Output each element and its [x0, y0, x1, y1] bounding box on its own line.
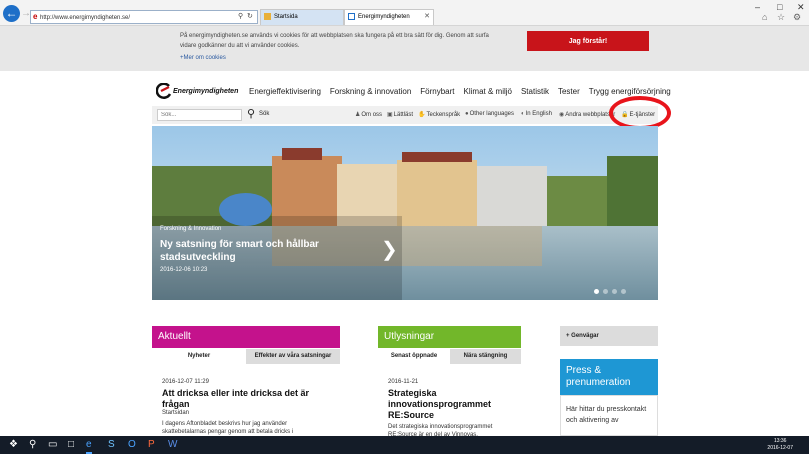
- task-view-icon[interactable]: ▭: [48, 438, 57, 452]
- search-magnifier-icon[interactable]: ⚲: [247, 107, 255, 120]
- ie-icon: [348, 13, 355, 20]
- carousel-dots: [594, 289, 626, 294]
- tab-energimyndigheten[interactable]: Energimyndigheten ✕: [344, 9, 434, 25]
- back-button[interactable]: ←: [3, 5, 20, 22]
- close-tab-icon[interactable]: ✕: [424, 10, 430, 24]
- cookie-more-link[interactable]: +Mer om cookies: [180, 55, 226, 61]
- hand-icon: ✋: [418, 112, 426, 118]
- skype-icon[interactable]: S: [108, 438, 115, 452]
- hero-category: Forskning & Innovation: [160, 226, 222, 232]
- internet-explorer-icon[interactable]: e: [86, 438, 92, 454]
- aktuellt-heading: Aktuellt: [152, 326, 340, 348]
- aktuellt-excerpt: I dagens Aftonbladet beskrivs hur jag an…: [162, 421, 294, 435]
- search-input[interactable]: [157, 109, 242, 121]
- search-icon[interactable]: ⚲: [29, 438, 36, 452]
- home-icon[interactable]: ⌂: [762, 12, 767, 22]
- powerpoint-icon[interactable]: P: [148, 438, 155, 452]
- tab-startsida[interactable]: Startsida: [260, 9, 344, 25]
- settings-gear-icon[interactable]: ⚙: [793, 12, 801, 23]
- maximize-button[interactable]: □: [777, 2, 782, 12]
- genvagar-button[interactable]: + Genvägar: [560, 326, 658, 346]
- utlysningar-heading: Utlysningar: [378, 326, 521, 348]
- search-label[interactable]: Sök: [259, 111, 269, 117]
- util-teckensprak[interactable]: ✋Teckenspråk: [418, 111, 460, 118]
- tab-nyheter[interactable]: Nyheter: [152, 349, 246, 364]
- ie-favicon-icon: e: [33, 12, 38, 21]
- redaction-blob: [219, 193, 272, 226]
- utlysningar-date: 2016-11-21: [388, 379, 419, 385]
- logo-mark-icon: [156, 83, 172, 99]
- address-bar[interactable]: e http://www.energimyndigheten.se/ ⚲ ↻: [30, 10, 258, 24]
- util-om-oss[interactable]: ♟Om oss: [355, 111, 382, 118]
- favorites-star-icon[interactable]: ☆: [777, 12, 785, 23]
- nav-fornybart[interactable]: Förnybart: [420, 86, 454, 98]
- util-lattlast[interactable]: ▣Lättläst: [387, 111, 413, 118]
- carousel-dot[interactable]: [603, 289, 608, 294]
- carousel-dot[interactable]: [612, 289, 617, 294]
- highlight-circle-annotation: [609, 96, 671, 130]
- cookie-text: På energimyndigheten.se används vi cooki…: [180, 33, 489, 49]
- aktuellt-date: 2016-12-07 11:29: [162, 379, 209, 385]
- nav-forskning-innovation[interactable]: Forskning & innovation: [330, 86, 411, 98]
- aktuellt-source: Startsidan: [162, 410, 190, 416]
- utlysningar-article-title[interactable]: Strategiska innovationsprogrammet RE:Sou…: [388, 388, 513, 421]
- nav-statistik[interactable]: Statistik: [521, 86, 549, 98]
- tab-senast-oppnade[interactable]: Senast öppnade: [378, 349, 450, 364]
- address-url: http://www.energimyndigheten.se/: [40, 15, 131, 21]
- book-icon: ▣: [387, 112, 393, 118]
- util-in-english[interactable]: ◐In English: [521, 111, 552, 117]
- hero-date: 2016-12-06 10:23: [160, 267, 208, 273]
- press-heading[interactable]: Press & prenumeration: [560, 359, 658, 395]
- carousel-dot[interactable]: [594, 289, 599, 294]
- outlook-icon[interactable]: O: [128, 438, 136, 452]
- chevron-right-icon[interactable]: ❯: [381, 240, 398, 260]
- aktuellt-article-title[interactable]: Att dricksa eller inte dricksa det är fr…: [162, 388, 337, 410]
- main-navigation: Energieffektivisering Forskning & innova…: [249, 86, 680, 98]
- tab-nara-stangning[interactable]: Nära stängning: [450, 349, 521, 364]
- util-andra-webbplatser[interactable]: ◉Andra webbplatser: [559, 111, 615, 118]
- world-icon: ◉: [559, 112, 565, 118]
- windows-start-icon[interactable]: ❖: [9, 438, 18, 452]
- browser-toolbar: ← → e http://www.energimyndigheten.se/ ⚲ …: [0, 0, 809, 26]
- search-icon[interactable]: ⚲: [238, 11, 243, 23]
- person-icon: ♟: [355, 112, 361, 118]
- nav-tester[interactable]: Tester: [558, 86, 580, 98]
- cookie-accept-button[interactable]: Jag förstår!: [527, 31, 649, 51]
- folder-icon: [264, 13, 271, 20]
- word-icon[interactable]: W: [168, 438, 177, 452]
- minimize-button[interactable]: –: [755, 2, 760, 12]
- tab-effekter[interactable]: Effekter av våra satsningar: [246, 349, 340, 364]
- file-explorer-icon[interactable]: □: [68, 438, 74, 452]
- speech-bubble-icon: ●: [465, 111, 469, 117]
- nav-energieffektivisering[interactable]: Energieffektivisering: [249, 86, 321, 98]
- nav-klimat-miljo[interactable]: Klimat & miljö: [464, 86, 512, 98]
- globe-icon: ◐: [521, 111, 525, 117]
- util-other-languages[interactable]: ●Other languages: [465, 111, 514, 117]
- system-clock[interactable]: 13:36 2016-12-07: [767, 438, 793, 452]
- windows-taskbar: ❖ ⚲ ▭ □ e S O P W 13:36 2016-12-07: [0, 436, 809, 454]
- carousel-dot[interactable]: [621, 289, 626, 294]
- hero-title[interactable]: Ny satsning för smart och hållbar stadsu…: [160, 238, 360, 264]
- site-logo[interactable]: Energimyndigheten: [156, 83, 238, 99]
- press-text: Här hittar du presskontakt och aktiverin…: [566, 406, 647, 424]
- cookie-banner: På energimyndigheten.se används vi cooki…: [0, 26, 809, 71]
- refresh-icon[interactable]: ↻: [247, 11, 253, 23]
